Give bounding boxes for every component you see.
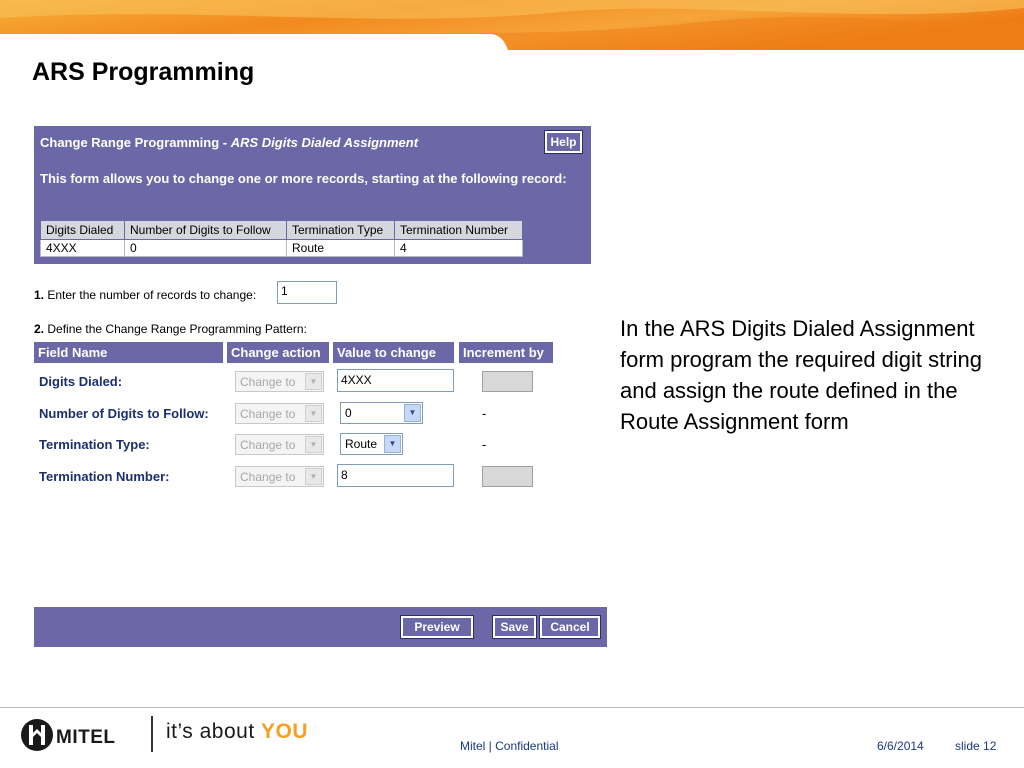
cancel-button[interactable]: Cancel — [539, 615, 601, 639]
slide-date: 6/6/2014 — [877, 739, 924, 753]
form-title-prefix: Change Range Programming - — [40, 135, 231, 150]
tagline: it’s about YOU — [166, 720, 308, 744]
chevron-down-icon: ▼ — [305, 436, 322, 453]
chevron-down-icon[interactable]: ▼ — [404, 404, 421, 422]
increment-placeholder: - — [482, 406, 487, 421]
mitel-logo: MITEL — [20, 716, 138, 761]
chevron-down-icon: ▼ — [305, 373, 322, 390]
form-header-panel: Change Range Programming - ARS Digits Di… — [34, 126, 591, 264]
form-button-bar: Preview Save Cancel — [34, 607, 607, 647]
field-label-digits-dialed: Digits Dialed: — [39, 374, 123, 389]
header-increment-by: Increment by — [459, 342, 553, 363]
change-action-select: Change to ▼ — [235, 434, 324, 455]
step-2-number: 2. — [34, 322, 45, 336]
chevron-down-icon: ▼ — [305, 468, 322, 485]
record-cell: 0 — [124, 239, 287, 257]
logo-divider — [151, 716, 153, 752]
field-label-termination-type: Termination Type: — [39, 437, 150, 452]
tagline-prefix: it’s about — [166, 720, 262, 743]
change-action-value: Change to — [240, 438, 296, 452]
change-action-select: Change to ▼ — [235, 371, 324, 392]
digits-to-follow-value: 0 — [345, 406, 352, 420]
record-header: Termination Number — [394, 220, 523, 240]
change-action-value: Change to — [240, 407, 296, 421]
slide-explanation: In the ARS Digits Dialed Assignment form… — [620, 316, 982, 434]
slide-number: slide 12 — [955, 739, 997, 753]
chevron-down-icon[interactable]: ▼ — [384, 435, 401, 453]
records-count-input[interactable]: 1 — [277, 281, 337, 304]
change-action-select: Change to ▼ — [235, 403, 324, 424]
step-2-text: Define the Change Range Programming Patt… — [47, 322, 307, 336]
termination-type-select[interactable]: Route ▼ — [340, 433, 403, 455]
step-2-label: 2. Define the Change Range Programming P… — [34, 322, 307, 336]
save-button[interactable]: Save — [492, 615, 537, 639]
record-cell: 4XXX — [40, 239, 125, 257]
record-header: Number of Digits to Follow — [124, 220, 287, 240]
step-1-text: Enter the number of records to change: — [47, 288, 257, 302]
record-header: Termination Type — [286, 220, 395, 240]
brand-text: MITEL — [56, 727, 116, 748]
header-field-name: Field Name — [34, 342, 223, 363]
increment-input — [482, 371, 533, 392]
termination-number-input[interactable]: 8 — [337, 464, 454, 487]
form-title-italic: ARS Digits Dialed Assignment — [230, 135, 419, 150]
field-label-digits-to-follow: Number of Digits to Follow: — [39, 406, 209, 421]
field-label-termination-number: Termination Number: — [39, 469, 170, 484]
termination-type-value: Route — [345, 437, 378, 451]
starting-record-table: Digits Dialed Number of Digits to Follow… — [40, 220, 523, 257]
change-action-select: Change to ▼ — [235, 466, 324, 487]
record-cell: Route — [286, 239, 395, 257]
ars-form-screenshot: Change Range Programming - ARS Digits Di… — [34, 126, 607, 647]
header-change-action: Change action — [227, 342, 329, 363]
footer-divider — [0, 707, 1024, 708]
confidential-label: Mitel | Confidential — [460, 739, 559, 753]
top-banner — [0, 0, 1024, 50]
chevron-down-icon: ▼ — [305, 405, 322, 422]
slide-title: ARS Programming — [32, 58, 255, 86]
record-cell: 4 — [394, 239, 523, 257]
record-header-row: Digits Dialed Number of Digits to Follow… — [40, 220, 523, 240]
change-action-value: Change to — [240, 375, 296, 389]
record-value-row: 4XXX 0 Route 4 — [40, 239, 523, 257]
form-title: Change Range Programming - ARS Digits Di… — [40, 135, 418, 150]
change-action-value: Change to — [240, 470, 296, 484]
step-1-number: 1. — [34, 288, 45, 302]
record-header: Digits Dialed — [40, 220, 125, 240]
increment-placeholder: - — [482, 437, 487, 452]
header-value-to-change: Value to change — [333, 342, 454, 363]
step-1-label: 1. Enter the number of records to change… — [34, 288, 256, 302]
form-description: This form allows you to change one or mo… — [40, 171, 567, 186]
digits-dialed-input[interactable]: 4XXX — [337, 369, 454, 392]
help-button[interactable]: Help — [544, 130, 583, 154]
preview-button[interactable]: Preview — [400, 615, 474, 639]
increment-input — [482, 466, 533, 487]
tagline-highlight: YOU — [261, 720, 309, 743]
digits-to-follow-select[interactable]: 0 ▼ — [340, 402, 423, 424]
